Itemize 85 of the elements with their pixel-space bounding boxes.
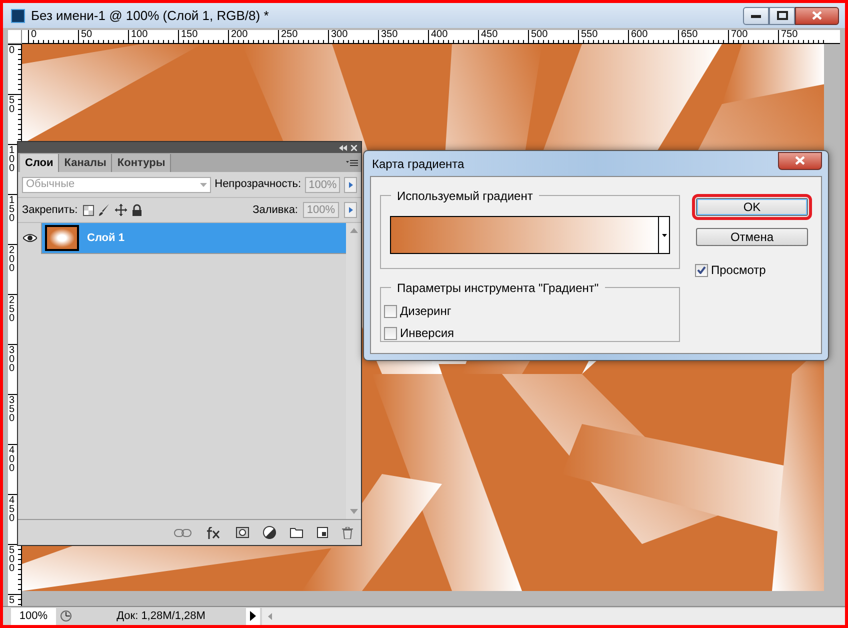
- lock-icon[interactable]: [132, 204, 142, 216]
- play-icon: [348, 182, 353, 188]
- trash-icon[interactable]: [342, 526, 353, 538]
- ruler-label: 150: [181, 30, 199, 40]
- ruler-label: 50: [9, 96, 16, 114]
- ruler-label: 650: [681, 30, 699, 40]
- zoom-field[interactable]: 100%: [11, 608, 56, 624]
- play-icon: [250, 611, 256, 621]
- maximize-button[interactable]: [769, 6, 795, 24]
- folder-icon[interactable]: [290, 528, 303, 538]
- checkbox[interactable]: [384, 326, 397, 340]
- ruler-label: 50: [81, 30, 94, 40]
- ruler-label: 5: [9, 596, 16, 605]
- dialog-title: Карта градиента: [372, 156, 464, 172]
- vertical-scrollbar[interactable]: [346, 223, 361, 519]
- window-title: Без имени-1 @ 100% (Слой 1, RGB/8) *: [31, 6, 269, 25]
- panel-tab[interactable]: Слои: [20, 154, 60, 172]
- lock-transparency-icon[interactable]: [82, 204, 94, 216]
- ruler-label: 200: [9, 246, 16, 273]
- horizontal-scrollbar[interactable]: [262, 608, 845, 624]
- ruler-label: 300: [9, 346, 16, 373]
- ruler-label: 0: [31, 30, 38, 40]
- checkmark-icon: [697, 266, 706, 274]
- mask-icon[interactable]: [236, 527, 249, 538]
- ruler-label: 750: [781, 30, 799, 40]
- half-circle-icon[interactable]: [263, 526, 276, 539]
- eye-icon[interactable]: [22, 233, 36, 243]
- checkbox[interactable]: [384, 304, 397, 318]
- ruler-label: 700: [731, 30, 749, 40]
- checkbox-label: Дизеринг: [400, 303, 452, 320]
- ruler-label: 200: [231, 30, 249, 40]
- dropdown-arrow-icon: [662, 234, 666, 236]
- panel-tab[interactable]: Каналы: [59, 154, 112, 172]
- layer-name: Слой 1: [87, 230, 124, 246]
- checkbox[interactable]: [695, 264, 708, 276]
- ruler-label: 500: [531, 30, 549, 40]
- scroll-left-icon: [268, 612, 272, 620]
- move-icon[interactable]: [114, 204, 127, 216]
- lock-label: Закрепить:: [22, 202, 78, 218]
- link-icon[interactable]: [174, 528, 192, 536]
- ruler-label: 250: [9, 296, 16, 323]
- brush-icon[interactable]: [98, 204, 110, 216]
- app-icon: [11, 8, 25, 22]
- checkbox-label: Инверсия: [400, 325, 454, 342]
- checkbox-label: Просмотр: [711, 262, 766, 279]
- status-menu-button[interactable]: [246, 608, 260, 624]
- new-layer-icon[interactable]: [317, 527, 328, 538]
- ruler-label: 250: [281, 30, 299, 40]
- panel-tab[interactable]: Контуры: [112, 154, 172, 172]
- ruler-label: 100: [131, 30, 149, 40]
- close-button[interactable]: [778, 152, 822, 170]
- close-icon: [351, 144, 357, 150]
- clock-icon: [60, 610, 72, 622]
- minimize-button[interactable]: [743, 6, 769, 24]
- panel-menu-icon: [346, 160, 358, 167]
- ruler-label: 450: [481, 30, 499, 40]
- ruler-label: 150: [9, 196, 16, 223]
- ruler-label: 600: [631, 30, 649, 40]
- close-icon: [795, 156, 805, 165]
- fill-slider-button[interactable]: [344, 202, 357, 218]
- fx-icon[interactable]: [206, 526, 222, 538]
- ruler-label: 500: [9, 546, 16, 573]
- ruler-label: 100: [9, 146, 16, 173]
- play-icon: [348, 207, 352, 213]
- close-button[interactable]: [795, 6, 839, 24]
- maximize-icon: [776, 11, 788, 20]
- layer-thumbnail: [45, 225, 79, 251]
- close-icon: [812, 11, 822, 20]
- dialog-button[interactable]: Отмена: [696, 228, 808, 246]
- ruler-label: 550: [581, 30, 599, 40]
- fill-label: Заливка:: [252, 202, 298, 218]
- ruler-label: 400: [431, 30, 449, 40]
- ruler-label: 350: [381, 30, 399, 40]
- ruler-label: 300: [331, 30, 349, 40]
- ruler-label: 0: [9, 46, 16, 55]
- dropdown-arrow-icon: [200, 182, 207, 186]
- ruler-label: 350: [9, 396, 16, 423]
- ruler-label: 400: [9, 446, 16, 473]
- scroll-up-icon: [350, 228, 358, 233]
- collapse-icon: [339, 144, 347, 150]
- opacity-slider-button[interactable]: [344, 176, 357, 192]
- document-size: Док: 1,28M/1,28M: [116, 608, 206, 624]
- opacity-label: Непрозрачность:: [214, 177, 302, 192]
- ruler-label: 450: [9, 496, 16, 523]
- minimize-icon: [751, 14, 761, 18]
